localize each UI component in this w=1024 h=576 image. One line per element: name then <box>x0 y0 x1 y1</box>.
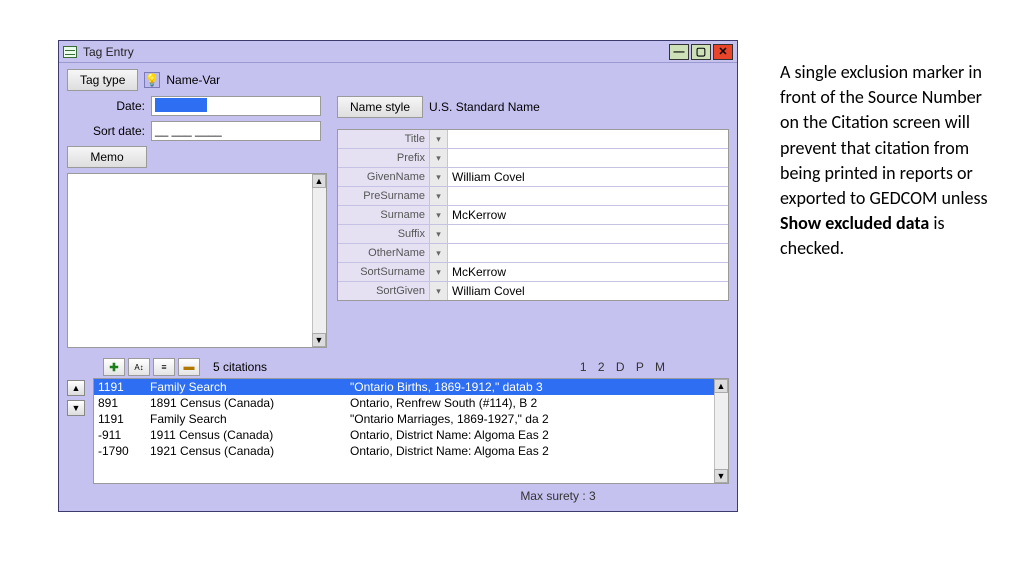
field-label: PreSurname <box>338 187 430 205</box>
sort-date-input[interactable]: __ ___ ____ <box>151 121 321 141</box>
field-label: Title <box>338 130 430 148</box>
chevron-down-icon[interactable]: ▾ <box>430 187 448 205</box>
citation-scrollbar[interactable] <box>714 379 728 483</box>
scroll-up-icon[interactable]: ▲ <box>714 379 728 393</box>
title-field[interactable] <box>452 132 724 146</box>
sortgiven-field[interactable] <box>452 284 724 298</box>
chevron-down-icon[interactable]: ▾ <box>430 149 448 167</box>
suffix-field[interactable] <box>452 227 724 241</box>
field-label: Suffix <box>338 225 430 243</box>
chevron-down-icon[interactable]: ▾ <box>430 244 448 262</box>
citation-row[interactable]: 1191Family Search"Ontario Marriages, 186… <box>94 411 728 427</box>
date-input[interactable] <box>151 96 321 116</box>
citation-list[interactable]: 1191Family Search"Ontario Births, 1869-1… <box>93 378 729 484</box>
chevron-down-icon[interactable]: ▾ <box>430 130 448 148</box>
titlebar: Tag Entry — ▢ ✕ <box>59 41 737 63</box>
field-label: Prefix <box>338 149 430 167</box>
chevron-down-icon[interactable]: ▾ <box>430 168 448 186</box>
chevron-down-icon[interactable]: ▾ <box>430 263 448 281</box>
surname-field[interactable] <box>452 208 724 222</box>
citation-up-button[interactable]: ▲ <box>67 380 85 396</box>
list-citation-button[interactable]: ≡ <box>153 358 175 376</box>
app-icon <box>63 46 77 58</box>
givenname-field[interactable] <box>452 170 724 184</box>
citation-row[interactable]: -9111911 Census (Canada)Ontario, Distric… <box>94 427 728 443</box>
field-label: GivenName <box>338 168 430 186</box>
remove-citation-button[interactable]: ▬ <box>178 358 200 376</box>
presurname-field[interactable] <box>452 189 724 203</box>
prefix-field[interactable] <box>452 151 724 165</box>
citation-down-button[interactable]: ▼ <box>67 400 85 416</box>
close-button[interactable]: ✕ <box>713 44 733 60</box>
sortsurname-field[interactable] <box>452 265 724 279</box>
memo-textarea[interactable]: ▲ ▼ <box>67 173 327 348</box>
name-style-button[interactable]: Name style <box>337 96 423 118</box>
name-style-value: U.S. Standard Name <box>429 100 540 114</box>
memo-scrollbar[interactable] <box>312 174 326 347</box>
sort-citation-button[interactable]: A↕ <box>128 358 150 376</box>
hint-bulb-icon[interactable]: 💡 <box>144 72 160 88</box>
annotation-text: A single exclusion marker in front of th… <box>780 60 990 262</box>
chevron-down-icon[interactable]: ▾ <box>430 206 448 224</box>
name-fields-grid: Title▾ Prefix▾ GivenName▾ PreSurname▾ Su… <box>337 129 729 301</box>
tag-entry-window: Tag Entry — ▢ ✕ Tag type 💡 Name-Var Date… <box>58 40 738 512</box>
field-label: SortGiven <box>338 282 430 300</box>
field-label: OtherName <box>338 244 430 262</box>
window-title: Tag Entry <box>83 45 669 59</box>
tag-type-button[interactable]: Tag type <box>67 69 138 91</box>
date-label: Date: <box>67 99 145 113</box>
scroll-down-icon[interactable]: ▼ <box>312 333 326 347</box>
sort-date-label: Sort date: <box>67 124 145 138</box>
citation-column-headers: 1 2 D P M <box>580 360 669 374</box>
othername-field[interactable] <box>452 246 724 260</box>
maximize-button[interactable]: ▢ <box>691 44 711 60</box>
chevron-down-icon[interactable]: ▾ <box>430 225 448 243</box>
chevron-down-icon[interactable]: ▾ <box>430 282 448 300</box>
citation-row[interactable]: 1191Family Search"Ontario Births, 1869-1… <box>94 379 728 395</box>
citation-count: 5 citations <box>213 360 267 374</box>
minimize-button[interactable]: — <box>669 44 689 60</box>
add-citation-button[interactable]: ✚ <box>103 358 125 376</box>
scroll-up-icon[interactable]: ▲ <box>312 174 326 188</box>
tag-type-value: Name-Var <box>166 73 220 87</box>
citation-row[interactable]: -17901921 Census (Canada)Ontario, Distri… <box>94 443 728 459</box>
field-label: SortSurname <box>338 263 430 281</box>
scroll-down-icon[interactable]: ▼ <box>714 469 728 483</box>
max-surety-label: Max surety : 3 <box>67 489 729 503</box>
memo-button[interactable]: Memo <box>67 146 147 168</box>
citation-row[interactable]: 8911891 Census (Canada)Ontario, Renfrew … <box>94 395 728 411</box>
field-label: Surname <box>338 206 430 224</box>
